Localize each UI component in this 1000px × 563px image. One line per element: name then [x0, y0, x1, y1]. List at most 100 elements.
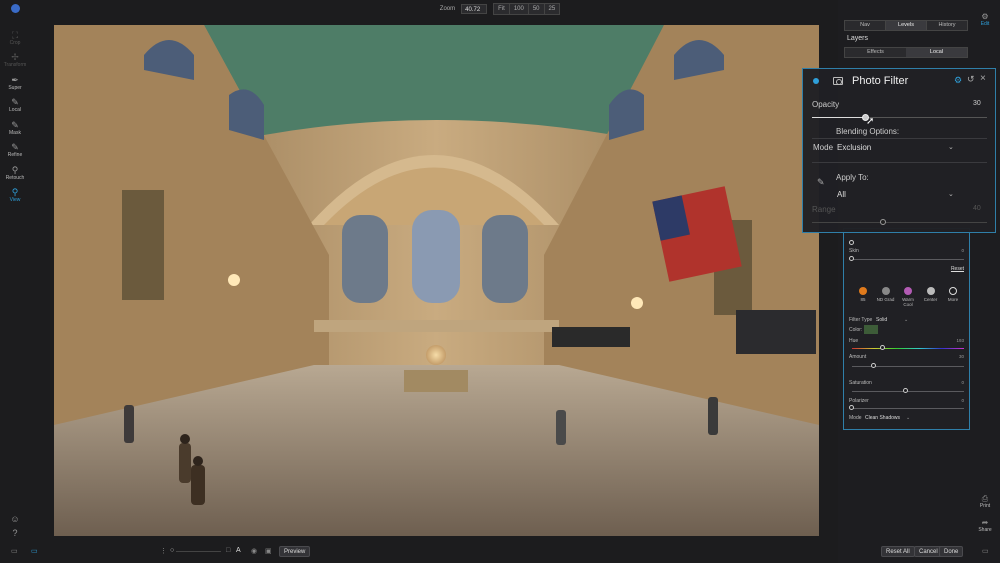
tab-levels[interactable]: Levels — [885, 21, 926, 30]
reset-all-button[interactable]: Reset All — [881, 546, 915, 557]
polarizer-label: Polarizer — [849, 398, 869, 404]
chevron-down-icon — [949, 287, 957, 295]
zoom-label: Zoom — [439, 6, 456, 12]
tool-retouch[interactable]: ⚲ Retouch — [0, 165, 30, 181]
brush-size-knob[interactable]: ○ — [170, 547, 174, 554]
tool-refine[interactable]: ✎ Refine — [0, 142, 30, 158]
chevron-down-icon[interactable]: ⌄ — [948, 190, 954, 198]
filter-presets: 85 ND Grad Warm Cool Center More — [852, 287, 964, 307]
filter-type-select[interactable]: Solid — [876, 317, 887, 323]
preset-nd-grad[interactable]: ND Grad — [875, 287, 897, 307]
amount-slider-knob[interactable] — [871, 363, 876, 368]
apply-to-label: Apply To: — [836, 173, 869, 182]
amount-value: 30 — [958, 354, 964, 359]
panel-toggle-icon[interactable]: ▭ — [982, 547, 989, 555]
brush-size-slider[interactable] — [176, 551, 221, 552]
photo-canvas[interactable] — [54, 25, 819, 536]
mask-icon: ✎ — [11, 120, 19, 130]
tool-local[interactable]: ✎ Local — [0, 97, 30, 113]
preset-warm-cool[interactable]: Warm Cool — [897, 287, 919, 307]
done-button[interactable]: Done — [939, 546, 964, 557]
transform-icon: ✢ — [11, 52, 19, 62]
panel-tabs: Nav Levels History — [844, 20, 968, 31]
hidden-slider-knob[interactable] — [849, 240, 854, 245]
filter-settings-panel: Skin 0 Reset 85 ND Grad Warm Cool Center… — [843, 228, 970, 430]
person-icon: ☺ — [10, 514, 20, 524]
gear-icon: ⚙ — [981, 12, 989, 21]
filmstrip-icon[interactable]: ▭ — [31, 547, 38, 555]
square-icon[interactable]: □ — [226, 547, 230, 554]
tool-crop[interactable]: ⛶ Crop — [0, 30, 30, 46]
polarizer-slider[interactable] — [852, 408, 964, 409]
hue-slider[interactable] — [852, 348, 964, 349]
tab-history[interactable]: History — [926, 21, 967, 30]
person-icon-button[interactable]: ☺ — [0, 514, 30, 524]
single-panel-icon[interactable]: ▭ — [11, 547, 18, 555]
skin-slider-knob[interactable] — [849, 256, 854, 261]
color-swatch[interactable] — [864, 325, 878, 334]
filter-enable-toggle[interactable] — [813, 78, 819, 84]
blend-mode-select[interactable]: Exclusion — [837, 143, 871, 152]
reset-link[interactable]: Reset — [951, 266, 964, 272]
gear-icon[interactable]: ⚙ — [954, 75, 962, 86]
tab-nav[interactable]: Nav — [845, 21, 885, 30]
polarizer-slider-knob[interactable] — [849, 405, 854, 410]
range-slider-knob[interactable] — [880, 219, 886, 225]
refine-icon: ✎ — [11, 142, 19, 152]
color-label: Color: — [849, 327, 863, 333]
zoom-value-field[interactable]: 40.72 — [461, 4, 488, 14]
tab-effects[interactable]: Effects — [845, 48, 906, 57]
zoom-fit-button[interactable]: Fit — [494, 4, 509, 14]
chevron-down-icon[interactable]: ⌄ — [948, 143, 954, 151]
close-icon[interactable]: × — [980, 73, 986, 84]
share-icon: ➦ — [981, 518, 989, 527]
preview-button[interactable]: Preview — [279, 546, 311, 557]
print-button[interactable]: ⎙ Print — [975, 494, 995, 509]
tool-super[interactable]: ✒ Super — [0, 75, 30, 91]
opacity-slider-fill — [812, 117, 865, 118]
help-icon: ? — [12, 528, 18, 538]
help-button[interactable]: ? — [0, 528, 30, 538]
hue-slider-knob[interactable] — [880, 345, 885, 350]
tool-mask[interactable]: ✎ Mask — [0, 120, 30, 136]
layers-heading: Layers — [847, 35, 869, 42]
skin-slider[interactable] — [852, 259, 964, 260]
opacity-slider[interactable] — [812, 117, 987, 118]
crop-icon: ⛶ — [11, 30, 19, 40]
saturation-label: Saturation — [849, 380, 872, 386]
preset-more[interactable]: More — [942, 287, 964, 307]
zoom-100-button[interactable]: 100 — [508, 4, 528, 14]
amount-slider[interactable] — [852, 366, 964, 367]
printer-icon: ⎙ — [981, 494, 989, 503]
mask-overlay-icon[interactable]: ◉ — [251, 547, 257, 555]
orange-filter-icon — [859, 287, 867, 295]
range-value: 40 — [973, 205, 981, 212]
apply-to-select[interactable]: All — [837, 190, 846, 199]
app-window: Zoom 40.72 Fit 100 50 25 ⛶ Crop ✢ Transfor… — [0, 0, 1000, 563]
range-slider[interactable] — [812, 222, 987, 223]
saturation-slider-knob[interactable] — [903, 388, 908, 393]
blending-options-label: Blending Options: — [836, 127, 900, 136]
tool-view[interactable]: ⚲ View — [0, 187, 30, 203]
mode-select[interactable]: Clean Shadows — [865, 415, 900, 421]
pen-icon: ✎ — [817, 177, 825, 187]
share-button[interactable]: ➦ Share — [975, 518, 995, 533]
undo-icon[interactable]: ↺ — [967, 74, 975, 85]
auto-icon[interactable]: A — [236, 547, 241, 554]
mode-label: Mode — [849, 415, 862, 421]
grand-central-photo — [54, 25, 819, 536]
preset-center[interactable]: Center — [920, 287, 942, 307]
layer-type-tabs: Effects Local — [844, 47, 968, 58]
popup-title: Photo Filter — [852, 75, 909, 87]
zoom-25-button[interactable]: 25 — [543, 4, 560, 14]
skin-value: 0 — [961, 248, 964, 253]
preset-85[interactable]: 85 — [852, 287, 874, 307]
compare-icon[interactable]: ▣ — [265, 547, 272, 555]
saturation-slider[interactable] — [852, 391, 964, 392]
divider — [812, 162, 987, 163]
opacity-value[interactable]: 30 — [973, 100, 981, 107]
edit-mode-button[interactable]: ⚙ Edit — [976, 12, 994, 27]
tab-local[interactable]: Local — [906, 48, 967, 57]
zoom-50-button[interactable]: 50 — [527, 4, 544, 14]
tool-transform[interactable]: ✢ Transform — [0, 52, 30, 68]
